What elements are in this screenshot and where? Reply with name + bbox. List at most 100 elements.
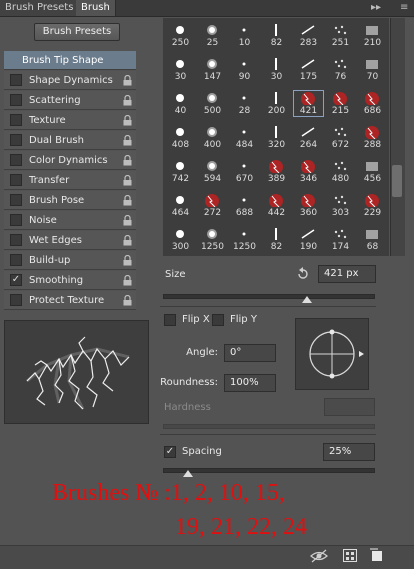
brush-tip-cell[interactable]: 82	[261, 226, 292, 253]
brush-tip-cell[interactable]: 210	[357, 22, 388, 49]
settings-item[interactable]: Brush Pose	[4, 191, 136, 210]
size-slider-thumb[interactable]	[302, 296, 313, 303]
brush-tip-cell[interactable]: 456	[357, 158, 388, 185]
brush-tip-cell[interactable]: 30	[261, 56, 292, 83]
settings-item-checkbox[interactable]	[10, 94, 22, 106]
lock-icon[interactable]	[123, 114, 132, 126]
brush-tip-cell[interactable]: 300	[165, 226, 196, 253]
lock-icon[interactable]	[123, 94, 132, 106]
brush-tip-cell[interactable]: 272	[197, 192, 228, 219]
settings-item[interactable]: Protect Texture	[4, 291, 136, 310]
size-input[interactable]: 421 px	[318, 265, 376, 283]
lock-icon[interactable]	[123, 274, 132, 286]
settings-item[interactable]: Dual Brush	[4, 131, 136, 150]
brush-tip-cell[interactable]: 30	[165, 56, 196, 83]
settings-item-checkbox[interactable]	[10, 294, 22, 306]
lock-icon[interactable]	[123, 74, 132, 86]
lock-icon[interactable]	[123, 214, 132, 226]
lock-icon[interactable]	[123, 154, 132, 166]
settings-item[interactable]: Color Dynamics	[4, 151, 136, 170]
settings-item[interactable]: ✓ Smoothing	[4, 271, 136, 290]
settings-item-checkbox[interactable]	[10, 254, 22, 266]
settings-item-checkbox[interactable]	[10, 194, 22, 206]
spacing-slider-thumb[interactable]	[183, 470, 194, 477]
lock-icon[interactable]	[123, 134, 132, 146]
flip-y-checkbox[interactable]	[212, 314, 224, 326]
brush-tip-cell[interactable]: 594	[197, 158, 228, 185]
brush-tip-cell[interactable]: 672	[325, 124, 356, 151]
spacing-input[interactable]: 25%	[323, 443, 375, 461]
brush-tip-cell[interactable]: 484	[229, 124, 260, 151]
angle-roundness-widget[interactable]	[295, 318, 369, 390]
spacing-slider[interactable]	[163, 468, 375, 473]
brush-tip-cell[interactable]: 303	[325, 192, 356, 219]
brush-tip-cell[interactable]: 250	[165, 22, 196, 49]
flip-x-checkbox[interactable]	[164, 314, 176, 326]
brush-tip-cell[interactable]: 500	[197, 90, 228, 117]
lock-icon[interactable]	[123, 194, 132, 206]
brush-tip-cell[interactable]: 215	[325, 90, 356, 117]
collapse-panel-icon[interactable]: ▸▸	[371, 1, 381, 15]
create-new-brush-icon[interactable]	[370, 548, 384, 562]
brush-tip-cell[interactable]: 1250	[229, 226, 260, 253]
brush-tip-cell[interactable]: 190	[293, 226, 324, 253]
size-slider[interactable]	[163, 294, 375, 299]
brush-tip-cell[interactable]: 686	[357, 90, 388, 117]
settings-item[interactable]: Texture	[4, 111, 136, 130]
brush-tip-cell[interactable]: 10	[229, 22, 260, 49]
brush-tip-cell[interactable]: 442	[261, 192, 292, 219]
brush-tip-cell[interactable]: 421	[293, 90, 324, 117]
brush-tip-cell[interactable]: 389	[261, 158, 292, 185]
lock-icon[interactable]	[123, 234, 132, 246]
toggle-preview-icon[interactable]	[310, 549, 328, 563]
brush-tip-cell[interactable]: 40	[165, 90, 196, 117]
brush-tip-cell[interactable]: 229	[357, 192, 388, 219]
brush-tip-cell[interactable]: 464	[165, 192, 196, 219]
brush-tip-cell[interactable]: 200	[261, 90, 292, 117]
panel-menu-icon[interactable]: ≡	[400, 1, 408, 15]
brush-tip-cell[interactable]: 175	[293, 56, 324, 83]
brush-tip-cell[interactable]: 346	[293, 158, 324, 185]
brush-tip-cell[interactable]: 283	[293, 22, 324, 49]
brush-tip-cell[interactable]: 288	[357, 124, 388, 151]
brush-presets-button[interactable]: Brush Presets	[34, 23, 120, 41]
spacing-checkbox[interactable]: ✓	[164, 446, 176, 458]
brush-tip-cell[interactable]: 68	[357, 226, 388, 253]
brush-grid-scrollbar[interactable]	[390, 18, 405, 256]
settings-item-checkbox[interactable]	[10, 174, 22, 186]
brush-tip-cell[interactable]: 28	[229, 90, 260, 117]
settings-item[interactable]: Brush Tip Shape	[4, 51, 136, 70]
brush-tip-cell[interactable]: 670	[229, 158, 260, 185]
brush-tip-cell[interactable]: 76	[325, 56, 356, 83]
reset-size-icon[interactable]	[296, 267, 310, 281]
brush-grid-scroll-thumb[interactable]	[392, 165, 402, 197]
brush-tip-cell[interactable]: 360	[293, 192, 324, 219]
settings-item[interactable]: Scattering	[4, 91, 136, 110]
settings-item[interactable]: Transfer	[4, 171, 136, 190]
brush-tip-cell[interactable]: 251	[325, 22, 356, 49]
brush-tip-cell[interactable]: 400	[197, 124, 228, 151]
brush-tip-cell[interactable]: 90	[229, 56, 260, 83]
brush-tip-cell[interactable]: 70	[357, 56, 388, 83]
brush-tip-cell[interactable]: 82	[261, 22, 292, 49]
brush-tip-cell[interactable]: 480	[325, 158, 356, 185]
lock-icon[interactable]	[123, 174, 132, 186]
angle-input[interactable]: 0°	[224, 344, 276, 362]
tab-brush-presets[interactable]: Brush Presets	[0, 0, 80, 16]
brush-tip-cell[interactable]: 174	[325, 226, 356, 253]
settings-item-checkbox[interactable]	[10, 134, 22, 146]
settings-item-checkbox[interactable]	[10, 74, 22, 86]
settings-item-checkbox[interactable]	[10, 114, 22, 126]
tab-brush[interactable]: Brush	[76, 0, 116, 16]
brush-tip-cell[interactable]: 1250	[197, 226, 228, 253]
settings-item-checkbox[interactable]	[10, 234, 22, 246]
brush-tip-cell[interactable]: 264	[293, 124, 324, 151]
lock-icon[interactable]	[123, 254, 132, 266]
brush-tip-cell[interactable]: 688	[229, 192, 260, 219]
settings-item-checkbox[interactable]: ✓	[10, 274, 22, 286]
settings-item-checkbox[interactable]	[10, 214, 22, 226]
settings-item[interactable]: Shape Dynamics	[4, 71, 136, 90]
lock-icon[interactable]	[123, 294, 132, 306]
settings-item[interactable]: Noise	[4, 211, 136, 230]
brush-tip-cell[interactable]: 320	[261, 124, 292, 151]
